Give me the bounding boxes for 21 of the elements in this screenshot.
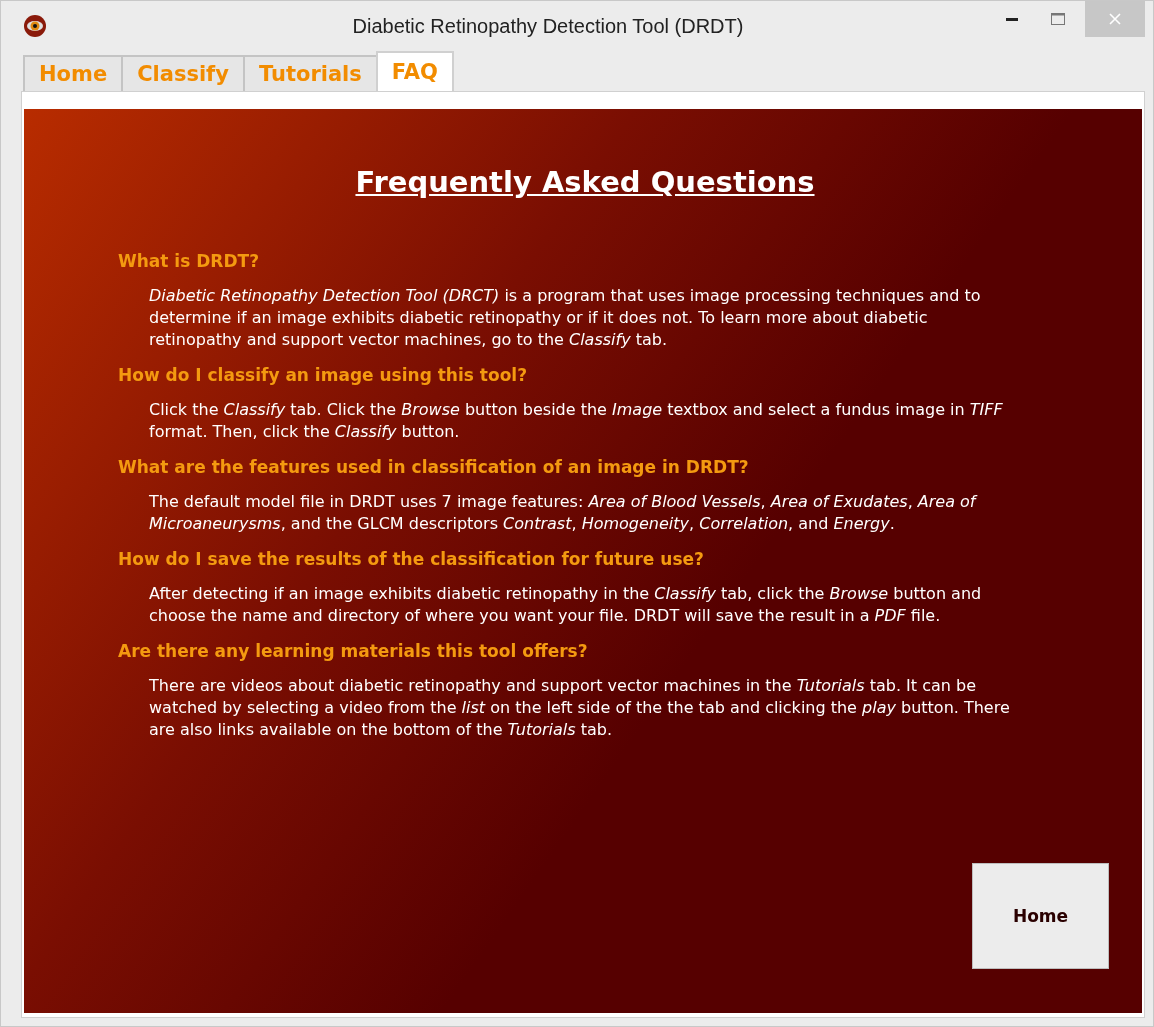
home-button[interactable]: Home: [972, 863, 1109, 969]
close-icon: [1109, 13, 1121, 25]
tab[interactable]: FAQ: [375, 51, 454, 91]
tab[interactable]: Home: [23, 55, 124, 91]
faq-question: How do I save the results of the classification for future use?: [118, 549, 705, 569]
faq-question: What are the features used in classification of an image in DRDT?: [118, 457, 750, 477]
faq-answer: Click the Classify tab. Click the Browse button beside the Image textbox and select a fundus image in TIFF format. Then, click the Classify button.: [149, 399, 1004, 443]
faq-answer: There are videos about diabetic retinopathy and support vector machines in the Tutorials tab. It can be watched by selecting a video from the list on the left side of the the tab and clicking the play button. There are also links available on the bottom of the Tutorials tab.: [149, 675, 1011, 741]
page-heading: Frequently Asked Questions: [355, 165, 815, 199]
tab[interactable]: Classify: [121, 55, 245, 91]
maximize-icon: [1051, 13, 1065, 25]
faq-question: What is DRDT?: [118, 251, 260, 271]
window-title: Diabetic Retinopathy Detection Tool (DRDT): [351, 14, 745, 38]
faq-answer: After detecting if an image exhibits diabetic retinopathy in the Classify tab, click the Browse button and choose the name and directory of where you want your file. DRDT will save the result in a PDF file.: [149, 583, 983, 627]
faq-answer: The default model file in DRDT uses 7 image features: Area of Blood Vessels, Area of Exudates, Area of Microaneurysms, and the GLCM descriptors Contrast, Homogeneity, Correlation, and Energy.: [149, 491, 979, 535]
faq-question: Are there any learning materials this tool offers?: [118, 641, 589, 661]
faq-question: How do I classify an image using this tool?: [118, 365, 528, 385]
faq-answer: Diabetic Retinopathy Detection Tool (DRCT) is a program that uses image processing techniques and to determine if an image exhibits diabetic retinopathy or if it does not. To learn more about diabetic retinopathy and support vector machines, go to the Classify tab.: [149, 285, 982, 351]
minimize-icon: [1006, 17, 1018, 21]
tab[interactable]: Tutorials: [242, 55, 378, 91]
eye-icon: [23, 14, 47, 38]
